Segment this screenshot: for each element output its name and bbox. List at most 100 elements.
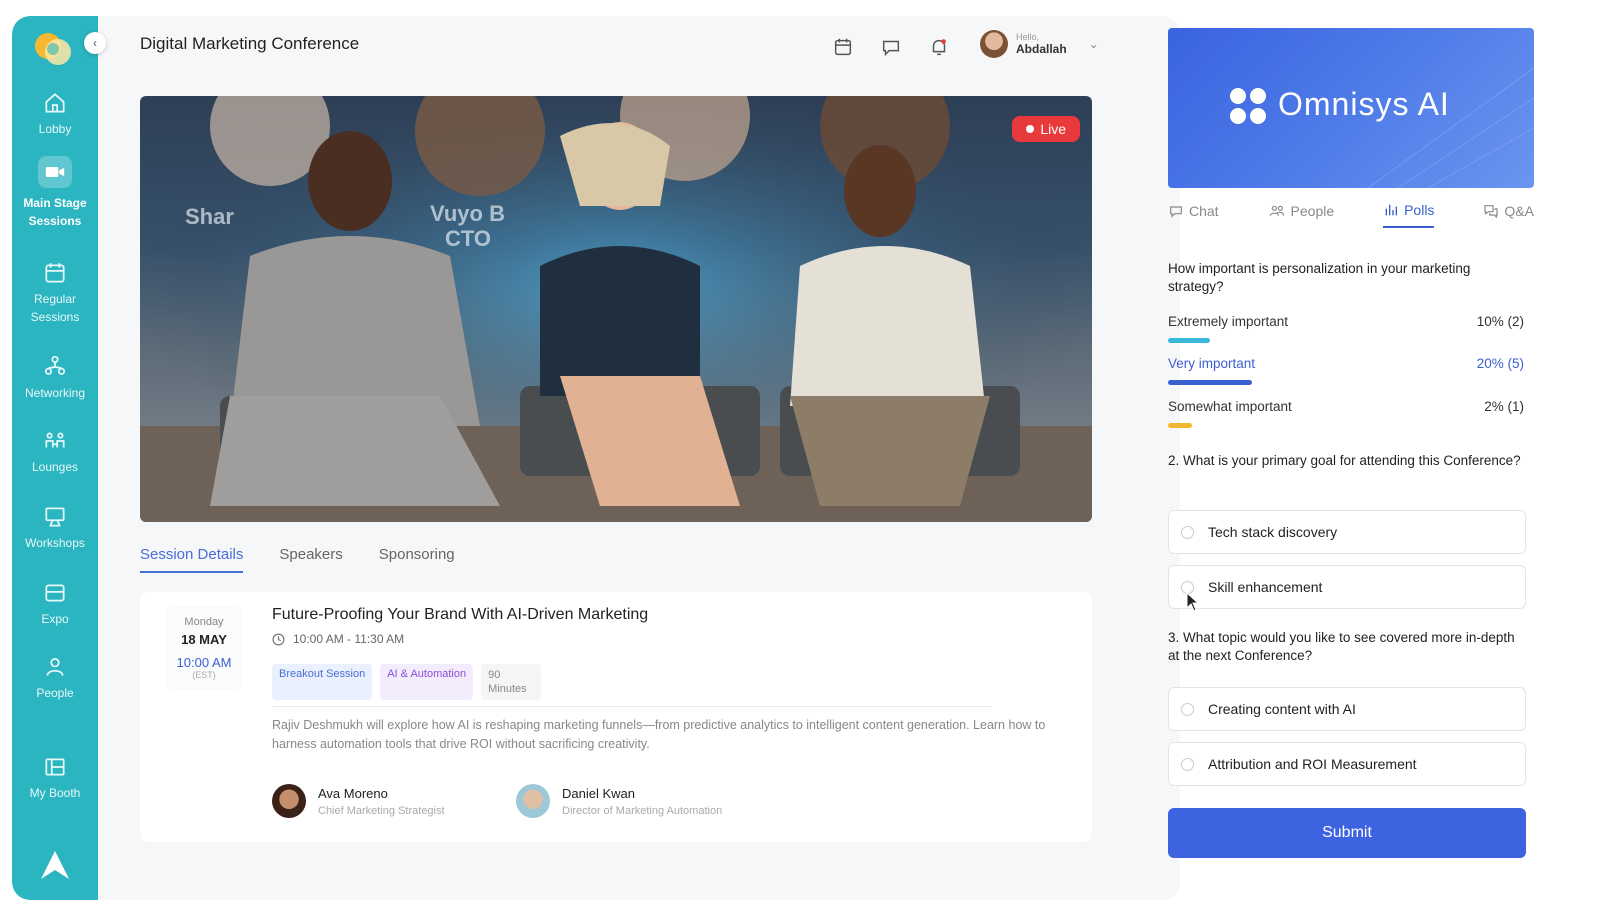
sidebar-item-main-stage[interactable]: Main Stage Sessions [12, 156, 98, 230]
sidebar-item-my-booth[interactable]: My Booth [12, 754, 98, 802]
sidebar-item-regular-sessions[interactable]: Regular Sessions [12, 260, 98, 326]
tab-session-details[interactable]: Session Details [140, 546, 244, 573]
session-title: Future-Proofing Your Brand With AI-Drive… [272, 606, 649, 623]
home-icon [45, 93, 65, 113]
speaker-name: Daniel Kwan [562, 785, 635, 801]
radio-button[interactable] [1181, 757, 1194, 771]
sidebar-item-label: Lobby [38, 122, 72, 136]
people-icon [46, 658, 64, 676]
clock-icon [272, 633, 285, 645]
poll-option[interactable]: Skill enhancement [1168, 565, 1526, 609]
poll-result-bar [1168, 423, 1192, 428]
qa-icon [1484, 205, 1498, 219]
sidebar: Lobby Main Stage Sessions Regular Sessio… [12, 16, 98, 900]
user-name: Abdallah [1016, 42, 1067, 56]
poll-result-label: Somewhat important [1168, 399, 1292, 414]
poll-question: 3. What topic would you like to see cove… [1168, 630, 1515, 663]
sidebar-item-label: My Booth [29, 786, 81, 800]
svg-text:CTO: CTO [445, 226, 491, 251]
app-logo-icon [35, 33, 71, 65]
page-title: Digital Marketing Conference [140, 34, 360, 53]
sidebar-item-label: Lounges [31, 460, 79, 474]
bar-chart-icon [1385, 204, 1398, 216]
user-greeting: Hello, [1016, 32, 1040, 42]
tab-people[interactable]: People [1268, 202, 1334, 228]
sidebar-item-people[interactable]: People [12, 654, 98, 702]
poll-question: 2. What is your primary goal for attendi… [1168, 453, 1521, 468]
avatar [980, 30, 1008, 58]
session-tabs: Session Details Speakers Sponsoring [140, 546, 455, 573]
mouse-cursor-icon [1186, 592, 1200, 612]
poll-option[interactable]: Creating content with AI [1168, 687, 1526, 731]
session-card: Monday 18 MAY 10:00 AM (EST) Future-Proo… [140, 592, 1092, 842]
user-menu[interactable]: Hello, Abdallah ⌄ [980, 30, 1099, 58]
chat-icon[interactable] [880, 36, 902, 58]
svg-text:Vuyo B: Vuyo B [430, 201, 505, 226]
brand-mark-icon [41, 851, 69, 879]
poll-result-row: Extremely important 10% (2) [1168, 314, 1524, 329]
booth-icon [45, 758, 65, 776]
tag-badge: AI & Automation [380, 664, 474, 700]
tab-sponsoring[interactable]: Sponsoring [379, 546, 455, 573]
tag-badge: Breakout Session [272, 664, 373, 700]
side-panel: Omnisys AI Chat People Polls Q&A How imp… [1168, 28, 1538, 898]
sidebar-item-networking[interactable]: Networking [12, 354, 98, 402]
bell-icon[interactable] [928, 36, 950, 58]
speaker-card[interactable]: Ava Moreno Chief Marketing Strategist [272, 784, 445, 818]
poll-result-row: Very important 20% (5) [1168, 356, 1524, 371]
calendar-icon[interactable] [832, 36, 854, 58]
sponsor-name: Omnisys AI [1278, 86, 1450, 122]
people-icon [1269, 205, 1284, 216]
tab-speakers[interactable]: Speakers [279, 546, 342, 573]
app-window: Lobby Main Stage Sessions Regular Sessio… [12, 16, 1180, 900]
session-time: 10:00 AM - 11:30 AM [272, 632, 404, 646]
poll-result-value: 10% (2) [1476, 314, 1524, 329]
sidebar-item-label: Expo [41, 612, 69, 626]
speaker-role: Chief Marketing Strategist [318, 804, 445, 817]
poll-result-value: 2% (1) [1484, 399, 1524, 414]
divider [272, 706, 992, 707]
network-icon [44, 355, 66, 375]
calendar-icon [45, 263, 65, 283]
live-badge: Live [1012, 116, 1080, 142]
duration-badge: 90 Minutes [481, 664, 542, 700]
speaker-card[interactable]: Daniel Kwan Director of Marketing Automa… [516, 784, 722, 818]
workshop-icon [45, 507, 65, 527]
avatar [516, 784, 550, 818]
chevron-down-icon: ⌄ [1088, 37, 1099, 51]
poll-result-label: Very important [1168, 356, 1256, 371]
poll-result-label: Extremely important [1168, 314, 1289, 329]
poll-result-value: 20% (5) [1476, 356, 1524, 371]
poll-result-row: Somewhat important 2% (1) [1168, 399, 1524, 414]
sidebar-item-lounges[interactable]: Lounges [12, 428, 98, 476]
sponsor-banner[interactable]: Omnisys AI [1168, 28, 1534, 188]
sidebar-item-label: Networking [24, 386, 86, 400]
speaker-role: Director of Marketing Automation [562, 804, 723, 817]
sidebar-collapse-button[interactable]: ‹ [84, 32, 106, 54]
tab-chat[interactable]: Chat [1168, 202, 1219, 228]
video-player[interactable]: Shar Vuyo B CTO Live [140, 96, 1092, 522]
speaker-name: Ava Moreno [318, 785, 388, 801]
expo-icon [45, 584, 65, 602]
sidebar-item-lobby[interactable]: Lobby [12, 90, 98, 138]
radio-button[interactable] [1181, 525, 1194, 539]
video-icon [45, 167, 65, 177]
sidebar-item-label: Regular Sessions [30, 292, 80, 324]
session-date: Monday 18 MAY 10:00 AM (EST) [166, 606, 242, 690]
lounge-icon [45, 432, 65, 448]
poll-question: How important is personalization in your… [1168, 261, 1471, 294]
tab-qa[interactable]: Q&A [1483, 202, 1534, 228]
panel-tabs: Chat People Polls Q&A [1168, 202, 1534, 228]
sidebar-item-expo[interactable]: Expo [12, 580, 98, 628]
radio-button[interactable] [1181, 702, 1194, 716]
session-description: Rajiv Deshmukh will explore how AI is re… [272, 718, 1046, 751]
tab-polls[interactable]: Polls [1383, 202, 1435, 228]
stage-scene: Shar Vuyo B CTO [140, 96, 1092, 522]
poll-result-bar [1168, 380, 1252, 385]
sidebar-item-workshops[interactable]: Workshops [12, 504, 98, 552]
poll-option[interactable]: Attribution and ROI Measurement [1168, 742, 1526, 786]
omnisys-logo-icon [1230, 88, 1266, 124]
poll-option[interactable]: Tech stack discovery [1168, 510, 1526, 554]
submit-button[interactable]: Submit [1168, 808, 1526, 858]
avatar [272, 784, 306, 818]
